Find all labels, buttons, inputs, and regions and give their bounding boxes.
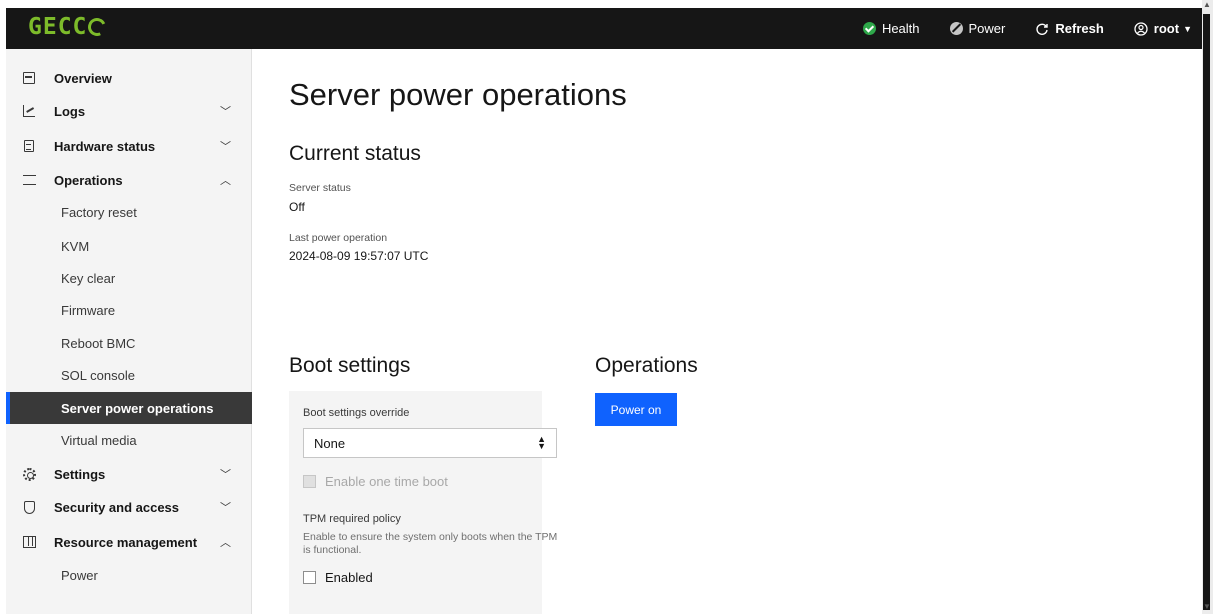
hardware-status-icon	[22, 139, 36, 153]
page-title: Server power operations	[289, 77, 627, 112]
caret-down-icon: ▼	[1183, 23, 1192, 34]
boot-settings-heading: Boot settings	[289, 354, 411, 377]
health-label: Health	[881, 21, 920, 36]
sidebar-item-kvm[interactable]: KVM	[6, 230, 252, 262]
main-content: Server power operations Current status S…	[253, 49, 1202, 614]
chevron-down-icon: ﹀	[220, 141, 231, 153]
logo-mark-icon	[85, 15, 109, 39]
current-status-heading: Current status	[289, 142, 421, 165]
refresh-label: Refresh	[1055, 21, 1104, 36]
chevron-up-icon: ︿	[220, 175, 231, 187]
server-status-value: Off	[289, 200, 305, 214]
sidebar-item-key-clear[interactable]: Key clear	[6, 262, 252, 294]
server-status-label: Server status	[289, 182, 351, 194]
power-on-button[interactable]: Power on	[595, 393, 677, 426]
power-label: Power	[968, 21, 1006, 36]
sidebar-item-virtual-media[interactable]: Virtual media	[6, 424, 252, 456]
top-bar: GECC Health Power Refresh root ▼	[6, 8, 1202, 49]
chevron-up-icon: ︿	[220, 537, 231, 549]
overview-icon	[22, 71, 36, 85]
tpm-enabled-row: Enabled	[303, 570, 373, 585]
power-button[interactable]: Power	[949, 21, 1006, 36]
chevron-down-icon: ﹀	[220, 106, 231, 118]
user-menu-button[interactable]: root ▼	[1134, 21, 1192, 36]
boot-override-value: None	[314, 435, 346, 451]
brand-logo[interactable]: GECC	[28, 14, 109, 40]
sidebar-item-sol-console[interactable]: SOL console	[6, 359, 252, 391]
one-time-boot-checkbox[interactable]	[303, 475, 316, 488]
last-power-operation-label: Last power operation	[289, 232, 388, 244]
sidebar-item-power[interactable]: Power	[6, 559, 252, 591]
logo-text: GECC	[28, 14, 88, 40]
settings-gear-icon	[22, 467, 36, 481]
tpm-policy-help: Enable to ensure the system only boots w…	[303, 531, 558, 556]
sidebar-item-operations[interactable]: Operations ︿	[6, 164, 252, 196]
health-check-icon	[862, 22, 876, 35]
scroll-down-arrow-icon[interactable]: ▼	[1203, 602, 1211, 611]
security-shield-icon	[22, 500, 36, 514]
tpm-enabled-checkbox[interactable]	[303, 571, 316, 584]
refresh-button[interactable]: Refresh	[1035, 21, 1104, 36]
top-nav: Health Power Refresh root ▼	[833, 8, 1192, 49]
sidebar-item-security-and-access[interactable]: Security and access ﹀	[6, 491, 252, 523]
scroll-up-arrow-icon[interactable]: ▲	[1203, 0, 1211, 9]
select-arrows-icon: ▲ ▼	[537, 434, 546, 451]
scrollbar-thumb[interactable]	[1203, 14, 1210, 610]
sidebar-item-hardware-status[interactable]: Hardware status ﹀	[6, 130, 252, 162]
sidebar-item-resource-management[interactable]: Resource management ︿	[6, 526, 252, 558]
operations-sliders-icon	[22, 173, 36, 187]
operations-heading: Operations	[595, 354, 698, 377]
one-time-boot-label: Enable one time boot	[325, 474, 448, 489]
sidebar-item-server-power-operations[interactable]: Server power operations	[6, 392, 252, 424]
tpm-policy-label: TPM required policy	[303, 513, 401, 525]
app-frame: GECC Health Power Refresh root ▼ Overvie…	[0, 0, 1213, 614]
tpm-enabled-label: Enabled	[325, 570, 373, 585]
boot-override-select[interactable]: None ▲ ▼	[303, 428, 557, 458]
sidebar-item-firmware[interactable]: Firmware	[6, 294, 252, 326]
chevron-down-icon: ﹀	[220, 502, 231, 514]
sidebar-nav: Overview Logs ﹀ Hardware status ﹀ Operat…	[6, 49, 252, 614]
boot-override-label: Boot settings override	[303, 407, 410, 419]
boot-settings-panel: Boot settings override None ▲ ▼ Enable on…	[289, 391, 557, 614]
sidebar-item-logs[interactable]: Logs ﹀	[6, 95, 252, 127]
sidebar-item-overview[interactable]: Overview	[6, 62, 252, 94]
sidebar-item-reboot-bmc[interactable]: Reboot BMC	[6, 327, 252, 359]
sidebar-item-settings[interactable]: Settings ﹀	[6, 458, 252, 490]
chevron-down-icon: ﹀	[220, 469, 231, 481]
health-button[interactable]: Health	[862, 21, 920, 36]
last-power-operation-value: 2024-08-09 19:57:07 UTC	[289, 249, 429, 263]
user-label: root	[1153, 21, 1180, 36]
logs-icon	[22, 104, 36, 118]
resource-management-icon	[22, 535, 36, 549]
user-avatar-icon	[1134, 21, 1148, 36]
one-time-boot-row: Enable one time boot	[303, 474, 448, 489]
sidebar-item-factory-reset[interactable]: Factory reset	[6, 196, 252, 228]
refresh-icon	[1035, 22, 1049, 36]
power-off-icon	[949, 22, 963, 35]
